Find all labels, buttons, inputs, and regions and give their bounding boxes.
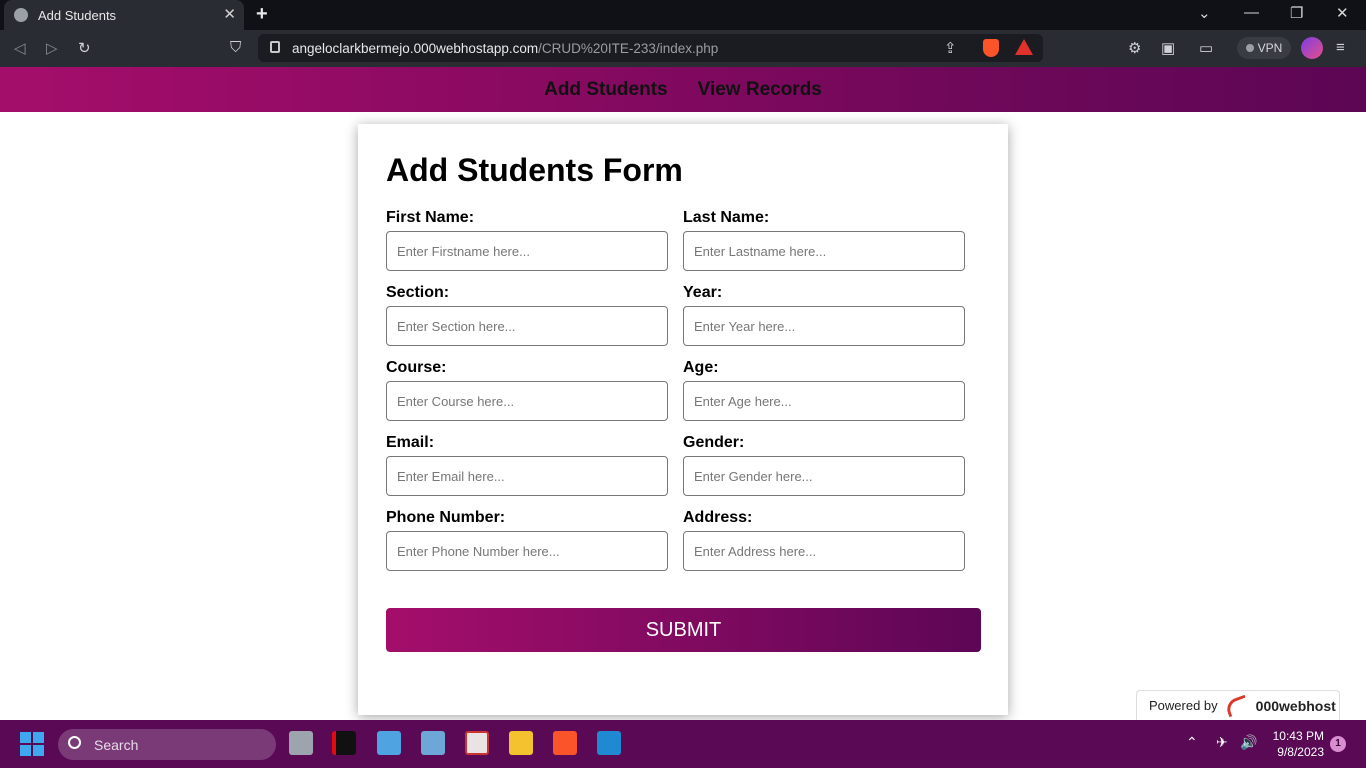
url-path: /CRUD%20ITE-233/index.php bbox=[538, 40, 719, 56]
taskbar-search[interactable]: Search bbox=[58, 729, 276, 760]
webhost-logo-icon bbox=[1223, 694, 1250, 717]
lock-icon bbox=[270, 41, 280, 53]
nav-view-records[interactable]: View Records bbox=[698, 79, 822, 101]
browser-toolbar: ◁ ▷ ↻ ⛉ angeloclarkbermejo.000webhostapp… bbox=[0, 30, 1366, 67]
new-tab-button[interactable]: + bbox=[256, 3, 268, 26]
taskbar-search-label: Search bbox=[94, 736, 139, 753]
airplane-mode-icon[interactable]: ✈ bbox=[1216, 734, 1228, 751]
address-bar[interactable]: angeloclarkbermejo.000webhostapp.com/CRU… bbox=[258, 34, 1043, 62]
powered-by-text: Powered by bbox=[1149, 698, 1218, 713]
vpn-label: VPN bbox=[1257, 41, 1283, 55]
tray-overflow-icon[interactable]: ⌃ bbox=[1186, 734, 1198, 751]
email-input[interactable] bbox=[386, 456, 668, 496]
gender-label: Gender: bbox=[683, 434, 745, 451]
powered-by-badge[interactable]: Powered by 000webhost bbox=[1136, 690, 1340, 720]
tab-close-icon[interactable]: ✕ bbox=[223, 5, 236, 23]
section-input[interactable] bbox=[386, 306, 668, 346]
back-icon[interactable]: ◁ bbox=[14, 39, 26, 57]
clock-time: 10:43 PM bbox=[1272, 729, 1324, 743]
address-label: Address: bbox=[683, 509, 753, 526]
profile-avatar[interactable] bbox=[1301, 37, 1323, 59]
course-group: Course: bbox=[386, 359, 668, 421]
powered-by-brand: 000webhost bbox=[1255, 697, 1336, 714]
phone-input[interactable] bbox=[386, 531, 668, 571]
notification-badge[interactable]: 1 bbox=[1330, 736, 1346, 752]
address-group: Address: bbox=[683, 509, 965, 571]
email-label: Email: bbox=[386, 434, 435, 451]
windows-taskbar: Search ⌃ ✈ 🔊 10:43 PM 9/8/2023 1 bbox=[0, 720, 1366, 768]
brave-browser-icon[interactable] bbox=[553, 731, 577, 755]
form-title: Add Students Form bbox=[386, 152, 683, 188]
year-group: Year: bbox=[683, 284, 965, 346]
section-label: Section: bbox=[386, 284, 450, 301]
share-icon[interactable]: ⇪ bbox=[944, 39, 957, 57]
address-input[interactable] bbox=[683, 531, 965, 571]
minimize-button[interactable]: — bbox=[1244, 4, 1259, 21]
vpn-status-icon bbox=[1245, 44, 1254, 52]
photos-icon[interactable] bbox=[421, 731, 445, 755]
last-name-label: Last Name: bbox=[683, 209, 770, 226]
tab-title: Add Students bbox=[38, 7, 117, 23]
browser-tab-bar: Add Students ✕ + ⌄ — ❐ ✕ bbox=[0, 0, 1366, 30]
submit-button[interactable]: SUBMIT bbox=[386, 608, 981, 652]
brave-shields-icon[interactable] bbox=[983, 39, 999, 57]
task-view-icon[interactable] bbox=[289, 731, 313, 755]
email-group: Email: bbox=[386, 434, 668, 496]
close-window-button[interactable]: ✕ bbox=[1336, 4, 1349, 22]
forward-icon[interactable]: ▷ bbox=[46, 39, 58, 57]
section-group: Section: bbox=[386, 284, 668, 346]
netflix-icon[interactable] bbox=[332, 731, 356, 755]
course-label: Course: bbox=[386, 359, 447, 376]
windows-start-icon[interactable] bbox=[20, 732, 44, 756]
gender-group: Gender: bbox=[683, 434, 965, 496]
age-input[interactable] bbox=[683, 381, 965, 421]
phone-group: Phone Number: bbox=[386, 509, 668, 571]
last-name-input[interactable] bbox=[683, 231, 965, 271]
bookmark-icon[interactable]: ⛉ bbox=[230, 39, 241, 56]
maximize-button[interactable]: ❐ bbox=[1290, 4, 1303, 22]
wallet-icon[interactable]: ▭ bbox=[1199, 39, 1213, 57]
age-label: Age: bbox=[683, 359, 719, 376]
browser-tab[interactable]: Add Students ✕ bbox=[4, 0, 244, 30]
gender-input[interactable] bbox=[683, 456, 965, 496]
volume-icon[interactable]: 🔊 bbox=[1240, 734, 1257, 751]
year-input[interactable] bbox=[683, 306, 965, 346]
age-group: Age: bbox=[683, 359, 965, 421]
year-label: Year: bbox=[683, 284, 723, 301]
tab-search-chevron-icon[interactable]: ⌄ bbox=[1198, 4, 1211, 22]
url-host: angeloclarkbermejo.000webhostapp.com bbox=[292, 40, 539, 56]
reload-icon[interactable]: ↻ bbox=[78, 39, 91, 57]
add-student-form-card: Add Students Form First Name: Last Name:… bbox=[358, 124, 1008, 715]
globe-icon bbox=[14, 8, 28, 22]
clock-date: 9/8/2023 bbox=[1277, 745, 1324, 759]
taskbar-clock[interactable]: 10:43 PM 9/8/2023 bbox=[1268, 728, 1324, 760]
phone-label: Phone Number: bbox=[386, 509, 506, 526]
first-name-group: First Name: bbox=[386, 209, 668, 271]
extensions-icon[interactable]: ⚙ bbox=[1128, 39, 1141, 57]
control-panel-icon[interactable] bbox=[377, 731, 401, 755]
course-input[interactable] bbox=[386, 381, 668, 421]
first-name-label: First Name: bbox=[386, 209, 475, 226]
vpn-button[interactable]: VPN bbox=[1237, 37, 1291, 59]
site-nav: Add Students View Records bbox=[0, 67, 1366, 112]
file-explorer-icon[interactable] bbox=[509, 731, 533, 755]
first-name-input[interactable] bbox=[386, 231, 668, 271]
search-icon bbox=[68, 736, 81, 749]
sidebar-icon[interactable]: ▣ bbox=[1161, 39, 1175, 57]
menu-icon[interactable]: ≡ bbox=[1336, 39, 1345, 56]
nav-add-students[interactable]: Add Students bbox=[544, 79, 668, 101]
last-name-group: Last Name: bbox=[683, 209, 965, 271]
vscode-icon[interactable] bbox=[597, 731, 621, 755]
brave-rewards-icon[interactable] bbox=[1015, 39, 1033, 55]
snipping-tool-icon[interactable] bbox=[465, 731, 489, 755]
